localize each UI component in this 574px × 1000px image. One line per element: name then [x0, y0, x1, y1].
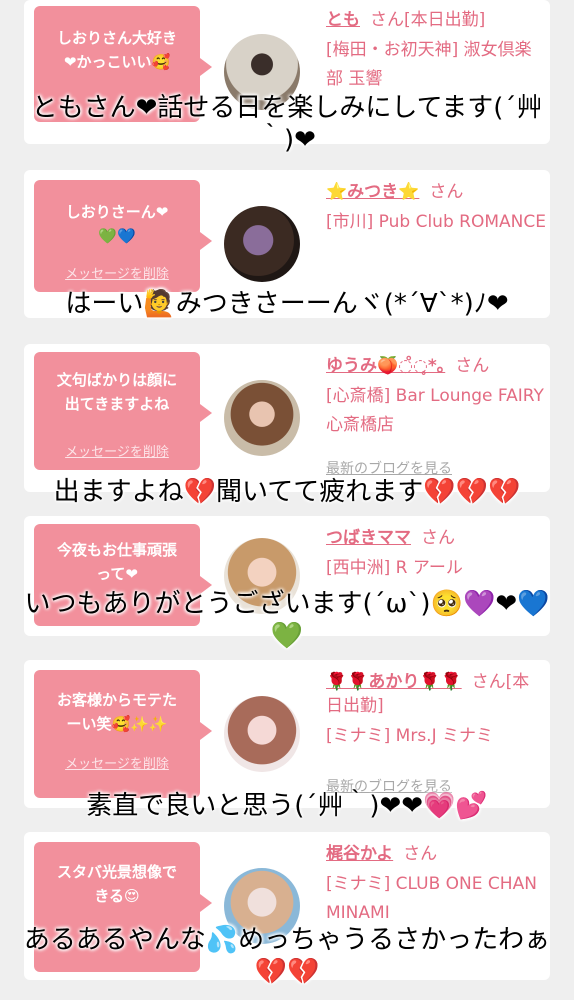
reply-text: いつもありがとうございます(´ω`)🥺💜❤💙💚 [24, 589, 550, 651]
cast-name-link[interactable]: ゆうみ🍑◌̊◌̥*｡ [326, 356, 445, 376]
cast-name-link[interactable]: ⭐みつき⭐ [326, 182, 419, 202]
message-bubble: 文句ばかりは顔に 出てきますよね メッセージを削除 [34, 352, 212, 470]
cast-info: 梶谷かよ さん [ミナミ] CLUB ONE CHAN MINAMI [326, 842, 546, 928]
reply-text: 素直で良いと思う(´艸｀)❤❤💗💕 [86, 791, 488, 821]
reply-text: ともさん❤話せる日を楽しみにしてます(´艸｀)❤ [31, 93, 543, 155]
message-card: 文句ばかりは顔に 出てきますよね メッセージを削除 ゆうみ🍑◌̊◌̥*｡ さん [… [24, 344, 550, 492]
cast-status: さん[本日出勤] [370, 10, 486, 30]
reply-text: はーい🙋みつきさーーんヾ(*´∀`*)ﾉ❤ [65, 289, 509, 319]
cast-name-link[interactable]: 梶谷かよ [326, 844, 393, 864]
message-text: しおりさーん❤ 💚💙 [65, 203, 169, 245]
cast-info: ゆうみ🍑◌̊◌̥*｡ さん [心斎橋] Bar Lounge FAIRY 心斎橋店 [326, 354, 546, 440]
cast-status: さん [421, 528, 455, 548]
message-text: 今夜もお仕事頑張 って❤ [56, 541, 177, 583]
cast-info: 🌹🌹あかり🌹🌹 さん[本日出勤] [ミナミ] Mrs.J ミナミ [326, 670, 546, 751]
shop-name: [ミナミ] CLUB ONE CHAN MINAMI [326, 874, 537, 923]
avatar[interactable] [224, 696, 300, 772]
shop-name: [梅田・お初天神] 淑女倶楽部 玉響 [326, 40, 532, 89]
avatar[interactable] [224, 206, 300, 282]
cast-name-link[interactable]: とも [326, 10, 360, 30]
message-text: お客様からモテた ーい笑🥰✨✨ [56, 691, 177, 733]
cast-name-link[interactable]: 🌹🌹あかり🌹🌹 [326, 672, 462, 692]
delete-message-link[interactable]: メッセージを削除 [34, 441, 200, 460]
message-text: しおりさん大好き ❤かっこいい🥰 [56, 29, 177, 71]
shop-name: [心斎橋] Bar Lounge FAIRY 心斎橋店 [326, 386, 544, 435]
shop-name: [市川] Pub Club ROMANCE [326, 212, 546, 232]
cast-info: とも さん[本日出勤] [梅田・お初天神] 淑女倶楽部 玉響 [326, 8, 546, 94]
latest-blog-link[interactable]: 最新のブログを見る [326, 458, 452, 478]
delete-message-link[interactable]: メッセージを削除 [34, 753, 200, 772]
shop-name: [ミナミ] Mrs.J ミナミ [326, 726, 494, 746]
message-bubble: しおりさーん❤ 💚💙 メッセージを削除 [34, 180, 212, 292]
delete-message-link[interactable]: メッセージを削除 [34, 263, 200, 282]
cast-info: つばきママ さん [西中洲] R アール [326, 526, 546, 583]
cast-info: ⭐みつき⭐ さん [市川] Pub Club ROMANCE [326, 180, 546, 237]
cast-name-link[interactable]: つばきママ [326, 528, 411, 548]
cast-status: さん [455, 356, 490, 376]
message-text: 文句ばかりは顔に 出てきますよね [56, 371, 178, 413]
shop-name: [西中洲] R アール [326, 558, 463, 578]
message-bubble: お客様からモテた ーい笑🥰✨✨ メッセージを削除 [34, 670, 212, 798]
cast-status: さん [403, 844, 438, 864]
reply-text: 出ますよね💔聞いてて疲れます💔💔💔 [53, 477, 521, 507]
message-text: スタバ光景想像で きる😍 [56, 863, 177, 905]
message-card: お客様からモテた ーい笑🥰✨✨ メッセージを削除 🌹🌹あかり🌹🌹 さん[本日出勤]… [24, 660, 550, 808]
reply-text: あるあるやんな💦めっちゃうるさかったわぁ💔💔 [23, 925, 551, 987]
cast-status: さん [429, 182, 464, 202]
avatar[interactable] [224, 380, 300, 456]
